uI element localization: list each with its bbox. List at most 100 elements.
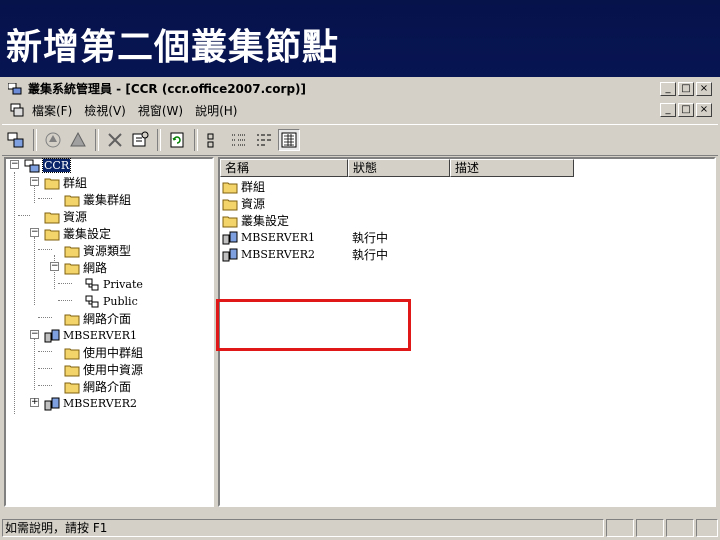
network-icon — [85, 278, 99, 290]
menu-help[interactable]: 說明(H) — [195, 102, 237, 119]
tree-label: MBSERVER2 — [63, 397, 138, 410]
maximize-button[interactable]: □ — [678, 82, 694, 96]
child-minimize-button[interactable]: _ — [660, 103, 676, 117]
folder-icon — [222, 182, 238, 193]
child-restore-button[interactable]: □ — [678, 103, 694, 117]
tree-item-server1-interfaces[interactable]: 網路介面 — [64, 378, 131, 395]
folder-icon — [64, 314, 80, 325]
cluster-tree: − CCR − 群組 叢集群組 資源 − 叢集設定 資源類型 − 網路 Priv… — [6, 157, 212, 505]
tree-label: 資源類型 — [83, 244, 132, 258]
document-icon[interactable] — [10, 103, 24, 117]
properties-button[interactable] — [129, 129, 151, 151]
list-row-mbserver1[interactable]: MBSERVER1 執行中 — [222, 229, 452, 246]
list-view-icon — [257, 134, 271, 146]
list-item-name: 群組 — [241, 180, 266, 194]
details-view-button[interactable] — [278, 129, 300, 151]
tree-label: Public — [103, 295, 138, 308]
tree-item-cluster-group[interactable]: 叢集群組 — [64, 191, 131, 208]
tree-label: MBSERVER1 — [63, 329, 138, 342]
column-header-status[interactable]: 狀態 — [348, 159, 450, 177]
open-connection-button[interactable] — [5, 129, 27, 151]
cluster-icon — [24, 159, 40, 172]
menu-window[interactable]: 視窗(W) — [138, 102, 183, 119]
tree-item-mbserver1[interactable]: MBSERVER1 — [44, 327, 137, 344]
folder-icon — [64, 246, 80, 257]
tree-label: 資源 — [63, 210, 88, 224]
status-panel — [696, 519, 718, 537]
tree-item-resource-types[interactable]: 資源類型 — [64, 242, 131, 259]
small-icons-icon — [232, 134, 246, 146]
close-button[interactable]: × — [696, 82, 712, 96]
list-header: 名稱 狀態 描述 — [220, 159, 574, 177]
tree-label: 網路介面 — [83, 312, 132, 326]
status-text: 如需說明，請按 F1 — [2, 519, 604, 537]
window-titlebar[interactable]: 叢集系統管理員 - [CCR (ccr.office2007.corp)] _ … — [2, 79, 718, 98]
large-icons-button[interactable] — [203, 129, 225, 151]
online-icon — [45, 132, 61, 148]
tree-item-public[interactable]: Public — [84, 293, 138, 310]
networks-collapse-toggle[interactable]: − — [50, 262, 59, 271]
large-icons-icon — [207, 133, 214, 148]
status-bar: 如需說明，請按 F1 — [2, 518, 718, 538]
delete-button[interactable] — [104, 129, 126, 151]
child-close-button[interactable]: × — [696, 103, 712, 117]
tree-item-resources[interactable]: 資源 — [44, 208, 87, 225]
minimize-button[interactable]: _ — [660, 82, 676, 96]
tree-item-private[interactable]: Private — [84, 276, 143, 293]
folder-icon — [64, 365, 80, 376]
server-node-icon — [44, 397, 60, 410]
folder-icon — [44, 229, 60, 240]
window-title: 叢集系統管理員 - [CCR (ccr.office2007.corp)] — [28, 82, 306, 96]
root-collapse-toggle[interactable]: − — [10, 160, 19, 169]
tree-item-groups[interactable]: 群組 — [44, 174, 87, 191]
list-view-button[interactable] — [253, 129, 275, 151]
tree-label: 網路 — [83, 261, 108, 275]
folder-icon — [64, 195, 80, 206]
tree-label: Private — [103, 278, 143, 291]
folder-icon — [64, 348, 80, 359]
server1-collapse-toggle[interactable]: − — [30, 330, 39, 339]
highlight-box — [216, 299, 411, 351]
folder-icon — [222, 216, 238, 227]
menu-file[interactable]: 檔案(F) — [32, 102, 72, 119]
list-row-cluster-config[interactable]: 叢集設定 — [222, 212, 452, 229]
take-offline-button[interactable] — [67, 129, 89, 151]
tree-item-network-interfaces[interactable]: 網路介面 — [64, 310, 131, 327]
list-item-status: 執行中 — [352, 231, 389, 245]
tree-label: 使用中群組 — [83, 346, 144, 360]
offline-icon — [70, 131, 86, 147]
folder-icon — [64, 382, 80, 393]
refresh-button[interactable] — [166, 129, 188, 151]
list-row-mbserver2[interactable]: MBSERVER2 執行中 — [222, 246, 452, 263]
tree-label: 網路介面 — [83, 380, 132, 394]
cluster-config-collapse-toggle[interactable]: − — [30, 228, 39, 237]
tree-item-cluster-config[interactable]: 叢集設定 — [44, 225, 111, 242]
slide-title: 新增第二個叢集節點 — [6, 26, 340, 68]
tree-pane[interactable]: − CCR − 群組 叢集群組 資源 − 叢集設定 資源類型 − 網路 Priv… — [4, 157, 214, 507]
cluster-administrator-window: 叢集系統管理員 - [CCR (ccr.office2007.corp)] _ … — [0, 77, 720, 540]
tree-item-mbserver2[interactable]: MBSERVER2 — [44, 395, 137, 412]
tree-item-ccr[interactable]: CCR — [24, 157, 72, 174]
tree-label: 使用中資源 — [83, 363, 144, 377]
server2-expand-toggle[interactable]: + — [30, 398, 39, 407]
folder-icon — [44, 178, 60, 189]
list-item-status: 執行中 — [352, 248, 389, 262]
list-item-name: MBSERVER1 — [241, 231, 316, 244]
tree-item-networks[interactable]: 網路 — [64, 259, 107, 276]
column-header-name[interactable]: 名稱 — [220, 159, 348, 177]
bring-online-button[interactable] — [42, 129, 64, 151]
properties-icon — [132, 131, 149, 147]
tree-label: CCR — [41, 158, 72, 173]
menu-view[interactable]: 檢視(V) — [84, 102, 126, 119]
column-header-description[interactable]: 描述 — [450, 159, 574, 177]
list-row-groups[interactable]: 群組 — [222, 178, 452, 195]
groups-collapse-toggle[interactable]: − — [30, 177, 39, 186]
folder-icon — [44, 212, 60, 223]
small-icons-button[interactable] — [228, 129, 250, 151]
toolbar — [2, 124, 718, 156]
delete-icon — [108, 133, 122, 147]
tree-label: 群組 — [63, 176, 88, 190]
tree-item-active-groups[interactable]: 使用中群組 — [64, 344, 143, 361]
list-row-resources[interactable]: 資源 — [222, 195, 452, 212]
tree-item-active-resources[interactable]: 使用中資源 — [64, 361, 143, 378]
